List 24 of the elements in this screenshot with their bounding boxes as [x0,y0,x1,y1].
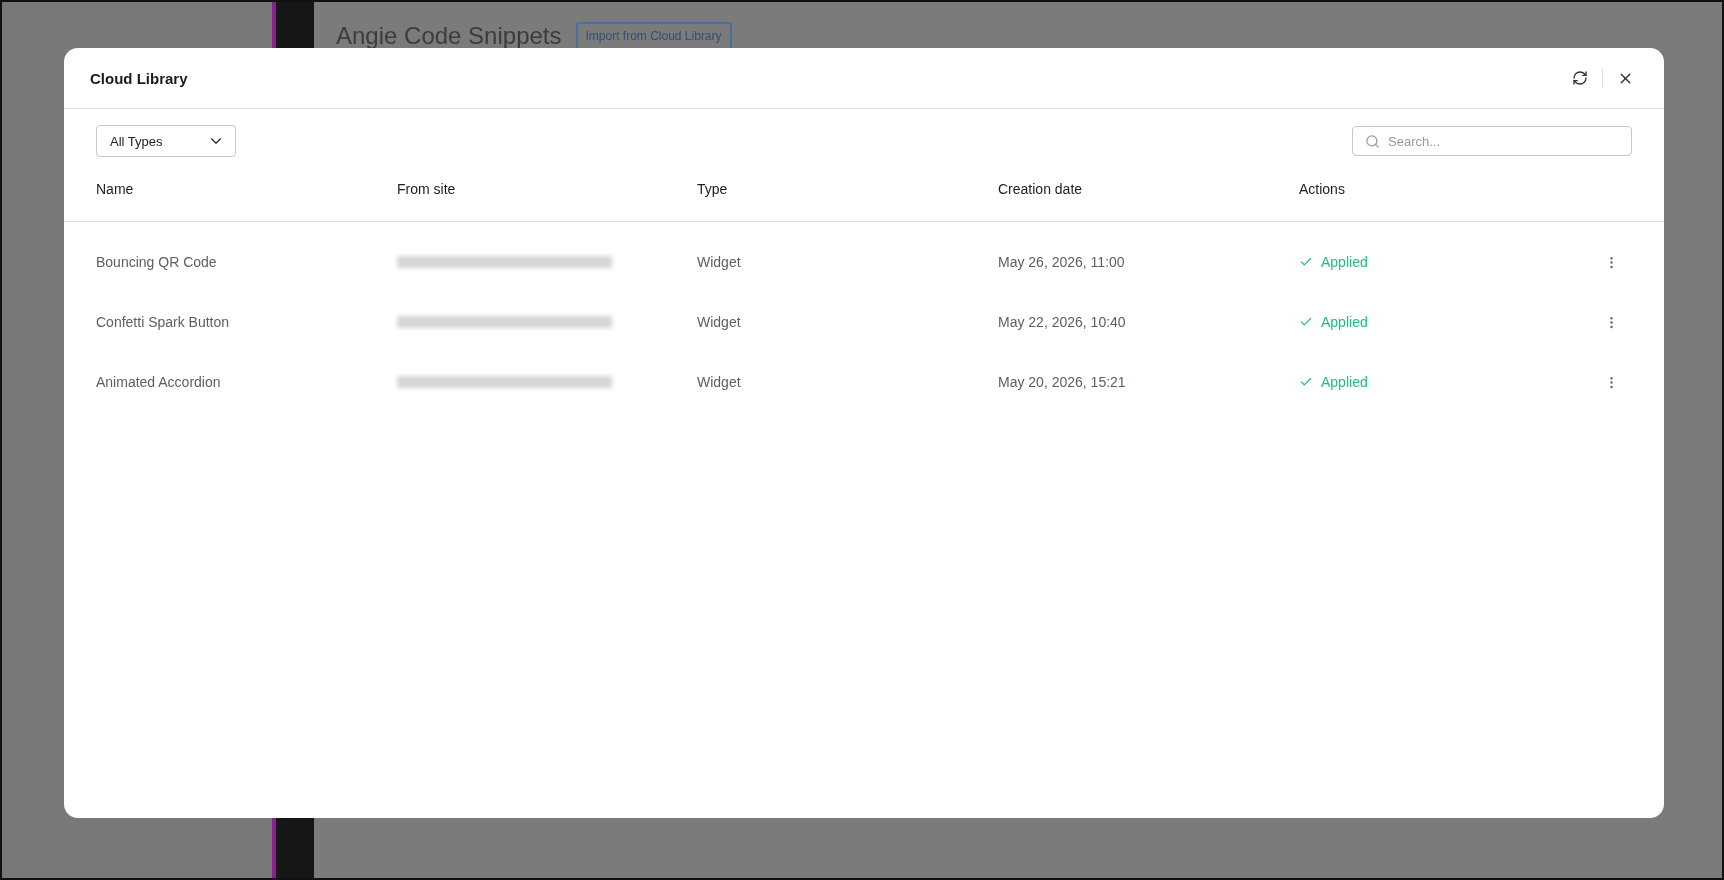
status-label: Applied [1321,314,1368,330]
type-cell-text: Widget [697,374,742,390]
type-dropdown[interactable]: All Types [96,125,236,157]
column-header: Name [96,181,135,197]
page-title: Angie Code Snippets [336,22,562,50]
date-cell-text: May 26, 2026, 11:00 [998,254,1126,270]
date-cell-text: May 20, 2026, 15:21 [998,374,1127,390]
check-icon [1299,255,1313,269]
column-header: From site [397,181,457,197]
column-header: Type [697,181,729,197]
check-icon [1299,375,1313,389]
column-header: Actions [1299,181,1346,197]
date-cell-text: May 22, 2026, 10:40 [998,314,1127,330]
check-icon [1299,315,1313,329]
name-cell-text: Bouncing QR Code [96,254,218,270]
name-cell-text: Confetti Spark Button [96,314,231,330]
column-header: Creation date [998,181,1084,197]
type-cell-text: Widget [697,254,742,270]
name-cell-text: Animated Accordion [96,374,222,390]
status-label: Applied [1321,254,1368,270]
status-label: Applied [1321,374,1368,390]
modal-title: Cloud Library [90,69,189,87]
search-field[interactable]: Search... [1352,126,1632,156]
type-cell-text: Widget [697,314,742,330]
